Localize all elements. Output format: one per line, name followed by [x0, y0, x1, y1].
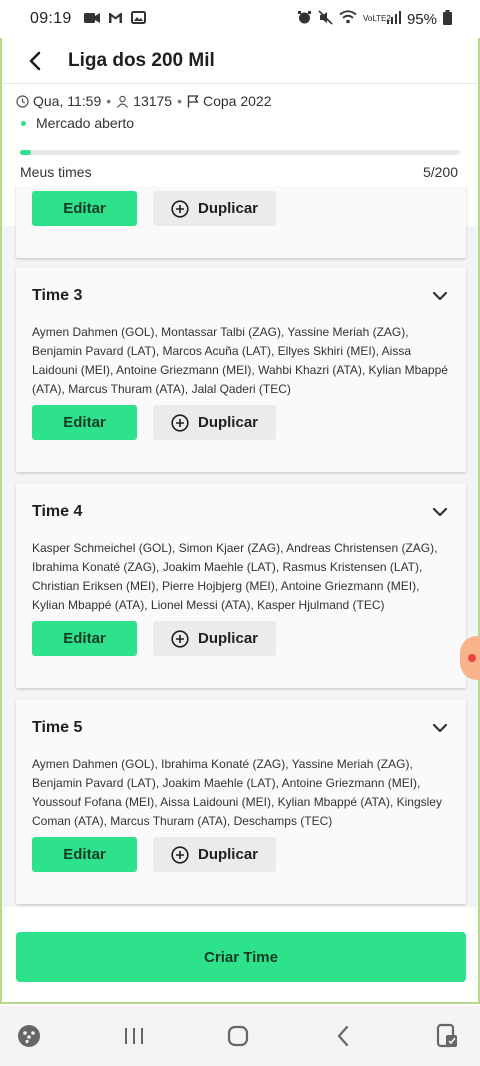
gallery-icon — [130, 11, 146, 27]
flag-icon — [187, 94, 199, 108]
team-players: Aymen Dahmen (GOL), Montassar Talbi (ZAG… — [32, 325, 448, 396]
team-name: Time 5 — [32, 719, 83, 736]
market-status-text: Mercado aberto — [36, 115, 135, 131]
duplicate-label: Duplicar — [197, 414, 258, 431]
back-nav-icon[interactable] — [328, 1021, 358, 1051]
duplicate-label: Duplicar — [197, 200, 258, 217]
teams-count-row: Meus times 5/200 — [20, 164, 458, 180]
market-status: Mercado aberto — [16, 114, 460, 132]
recent-apps-icon[interactable] — [119, 1021, 149, 1051]
separator-dot: • — [106, 93, 112, 109]
plus-circle-icon — [171, 413, 189, 432]
mute-icon — [318, 9, 333, 29]
team-name: Time 4 — [32, 503, 83, 520]
edit-button[interactable]: Editar — [32, 837, 137, 872]
app-header: Liga dos 200 Mil — [2, 38, 478, 84]
bubble-dot — [468, 654, 476, 662]
duplicate-button[interactable]: Duplicar — [153, 837, 276, 872]
bottom-action-bar: Criar Time — [2, 907, 478, 1002]
alarm-icon — [297, 10, 312, 29]
team-card-header[interactable]: Time 5 — [16, 700, 466, 738]
status-dot — [21, 120, 26, 126]
edit-button[interactable]: Editar — [32, 405, 137, 440]
create-team-button[interactable]: Criar Time — [16, 932, 466, 982]
team-name: Time 3 — [32, 287, 83, 304]
plus-circle-icon — [171, 629, 189, 648]
league-meta: Qua, 11:59 • 13175 • Copa 2022 — [16, 92, 460, 110]
duplicate-button[interactable]: Duplicar — [153, 191, 276, 226]
edit-button[interactable]: Editar — [32, 621, 137, 656]
game-launcher-icon[interactable] — [14, 1021, 44, 1051]
team-players: Kasper Schmeichel (GOL), Simon Kjaer (ZA… — [32, 541, 438, 612]
competition-name: Copa 2022 — [203, 93, 272, 109]
battery-level: 95% — [406, 10, 437, 28]
separator-dot: • — [177, 93, 182, 109]
chevron-down-icon[interactable] — [430, 502, 450, 522]
team-card: Editar Duplicar — [16, 186, 466, 258]
plus-circle-icon — [171, 845, 189, 864]
user-icon — [116, 95, 129, 108]
edit-button[interactable]: Editar — [32, 191, 137, 226]
team-players: Aymen Dahmen (GOL), Ibrahima Konaté (ZAG… — [32, 757, 442, 828]
teams-list[interactable]: Editar Duplicar Time 3 Aymen Dahmen (GOL… — [2, 186, 478, 1002]
signal-icon — [386, 10, 401, 28]
battery-icon — [443, 9, 452, 29]
duplicate-button[interactable]: Duplicar — [153, 405, 276, 440]
duplicate-label: Duplicar — [197, 630, 258, 647]
system-nav-bar — [0, 1006, 480, 1066]
chevron-down-icon[interactable] — [430, 286, 450, 306]
duplicate-label: Duplicar — [197, 846, 258, 863]
clock: 09:19 — [30, 10, 72, 27]
team-card: Time 3 Aymen Dahmen (GOL), Montassar Tal… — [16, 268, 466, 472]
wifi-icon — [339, 10, 357, 28]
progress-count: 5/200 — [422, 164, 458, 180]
network-label: VoLTE2 — [362, 14, 391, 23]
duplicate-button[interactable]: Duplicar — [153, 621, 276, 656]
deadline-text: Qua, 11:59 — [33, 93, 102, 109]
video-call-icon — [83, 12, 100, 27]
progress-fill — [20, 150, 31, 155]
teams-progress-bar — [20, 150, 460, 155]
team-card: Time 5 Aymen Dahmen (GOL), Ibrahima Kona… — [16, 700, 466, 904]
team-card-header[interactable]: Time 4 — [16, 484, 466, 522]
home-icon[interactable] — [223, 1021, 253, 1051]
participants-count: 13175 — [133, 93, 173, 109]
app-frame: Liga dos 200 Mil Qua, 11:59 • 13175 • Co… — [0, 38, 480, 1004]
team-card-header[interactable]: Time 3 — [16, 268, 466, 306]
floating-bubble[interactable] — [460, 636, 480, 680]
plus-circle-icon — [171, 199, 189, 218]
screen-assistant-icon[interactable] — [432, 1021, 462, 1051]
page-title: Liga dos 200 Mil — [68, 49, 215, 71]
gmail-icon — [108, 12, 123, 27]
chevron-down-icon[interactable] — [430, 718, 450, 738]
progress-label: Meus times — [20, 164, 92, 180]
team-card: Time 4 Kasper Schmeichel (GOL), Simon Kj… — [16, 484, 466, 688]
back-arrow-icon[interactable] — [24, 50, 46, 72]
clock-icon — [16, 94, 29, 108]
status-bar: 09:19 VoLTE2 95% — [0, 0, 480, 38]
